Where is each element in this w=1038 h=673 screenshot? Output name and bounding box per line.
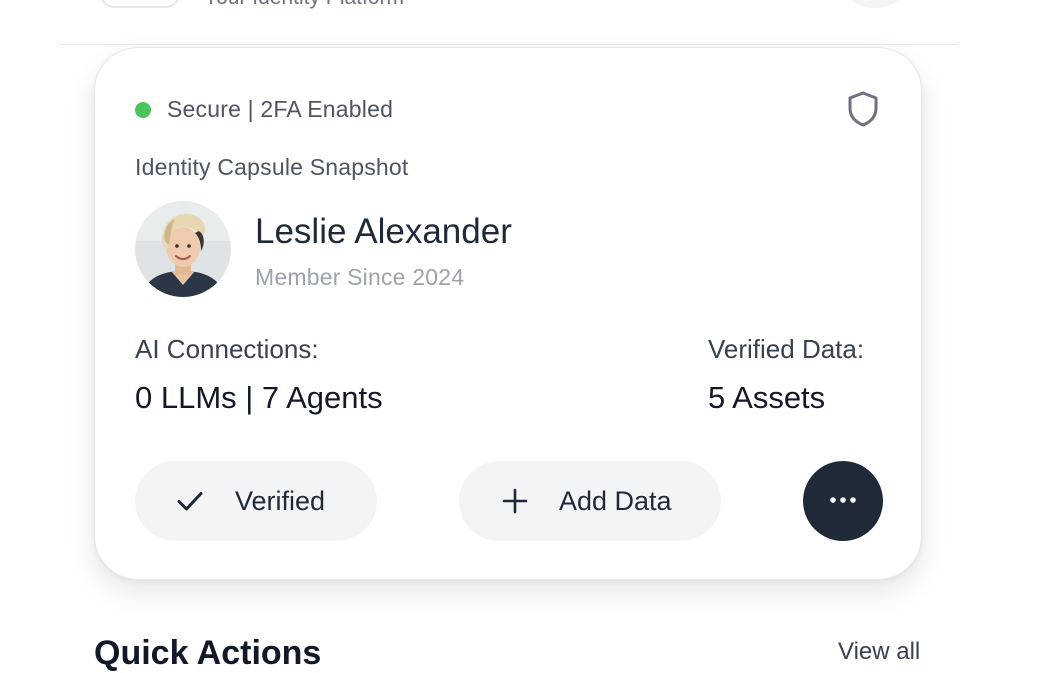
add-data-button[interactable]: Add Data [459, 461, 721, 541]
user-name: Leslie Alexander [255, 212, 512, 251]
profile-button[interactable] [842, 0, 908, 8]
ai-connections-label: AI Connections: [135, 334, 319, 364]
shield-icon[interactable] [845, 90, 881, 128]
more-icon [828, 492, 858, 510]
app-header: Your Identity Platform [0, 0, 1038, 46]
status-dot-icon [135, 101, 151, 118]
section-heading: Quick Actions [94, 634, 322, 672]
app-tagline: Your Identity Platform [204, 0, 404, 10]
more-options-button[interactable] [803, 461, 883, 541]
check-icon [176, 487, 204, 515]
verified-data-value: 5 Assets [708, 380, 826, 415]
ai-connections-value: 0 LLMs | 7 Agents [135, 380, 383, 415]
verified-data-label: Verified Data: [708, 334, 865, 364]
avatar[interactable] [135, 201, 231, 297]
add-data-button-label: Add Data [559, 485, 672, 516]
verified-button[interactable]: Verified [135, 461, 377, 541]
view-all-link[interactable]: View all [838, 638, 920, 666]
identity-capsule-card: Secure | 2FA Enabled Identity Capsule Sn… [94, 47, 922, 580]
verified-button-label: Verified [235, 485, 326, 516]
security-status: Secure | 2FA Enabled [135, 96, 393, 123]
status-text: Secure | 2FA Enabled [167, 96, 394, 122]
app-logo[interactable] [100, 0, 180, 8]
capsule-heading: Identity Capsule Snapshot [135, 154, 409, 180]
plus-icon [501, 487, 529, 515]
member-since: Member Since 2024 [255, 264, 465, 290]
header-divider [60, 44, 957, 45]
